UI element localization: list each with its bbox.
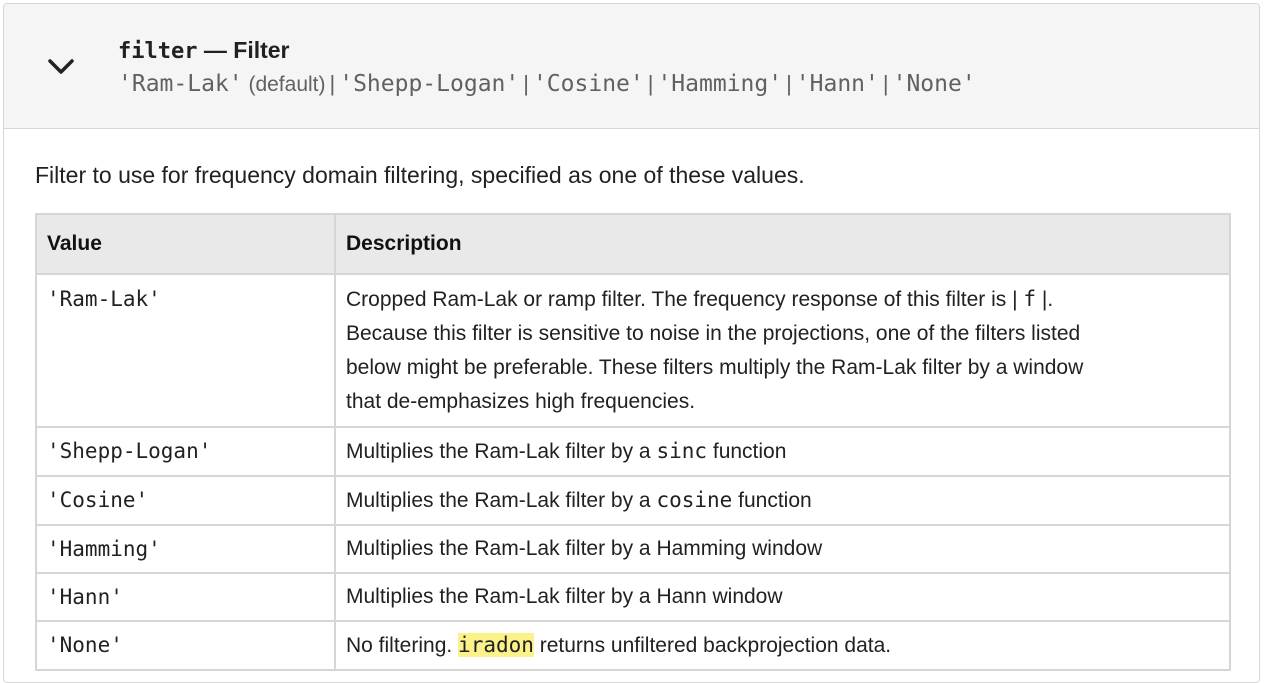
description-text: Multiplies the Ram-Lak filter by a Hann …	[346, 585, 783, 608]
description-text: Cropped Ram-Lak or ramp filter. The freq…	[346, 288, 1024, 311]
default-note: (default)	[242, 73, 326, 96]
description-cell: No filtering. iradon returns unfiltered …	[334, 620, 1231, 671]
table-row: 'Ram-Lak' Cropped Ram-Lak or ramp filter.…	[35, 273, 1231, 428]
value-separator: |	[786, 71, 792, 96]
description-text: returns unfiltered backprojection data.	[533, 634, 892, 657]
value-cell: 'Cosine'	[35, 475, 336, 526]
parameter-description: Filter to use for frequency domain filte…	[35, 162, 805, 188]
values-table: Value Description 'Ram-Lak' Cropped Ram-L…	[35, 213, 1231, 671]
title-dash: —	[203, 37, 227, 63]
description-cell: Multiplies the Ram-Lak filter by a sinc …	[334, 426, 1231, 477]
value-separator: |	[647, 71, 654, 96]
description-text: function	[707, 440, 787, 463]
description-cell: Cropped Ram-Lak or ramp filter. The freq…	[334, 273, 1231, 428]
description-text: that de-emphasizes high frequencies.	[346, 390, 696, 413]
table-body: 'Ram-Lak' Cropped Ram-Lak or ramp filter.…	[35, 273, 1231, 671]
allowed-values-line: 'Ram-Lak' (default) | 'Shepp-Logan' | 'Cosin…	[118, 71, 976, 97]
description-text: Because this filter is sensitive to nois…	[346, 322, 1081, 345]
table-row: 'Hann' Multiplies the Ram-Lak filter by a…	[35, 572, 1231, 622]
table-row: 'Shepp-Logan' Multiplies the Ram-Lak filt…	[35, 426, 1231, 477]
value-cell: 'Hann'	[35, 572, 336, 622]
description-text: |.	[1036, 288, 1054, 311]
allowed-value: 'None'	[892, 71, 976, 97]
parameter-header[interactable]: filter — Filter 'Ram-Lak' (default) | 'She…	[4, 4, 1259, 129]
table-row: 'Cosine' Multiplies the Ram-Lak filter by…	[35, 475, 1231, 526]
table-header-row: Value Description	[35, 213, 1231, 275]
inline-code: f	[1023, 287, 1037, 311]
description-cell: Multiplies the Ram-Lak filter by a cosin…	[334, 475, 1231, 526]
chevron-down-icon[interactable]	[46, 56, 76, 78]
table-row: 'None' No filtering. iradon returns unfil…	[35, 620, 1231, 671]
description-cell: Multiplies the Ram-Lak filter by a Hammi…	[334, 524, 1231, 574]
table-row: 'Hamming' Multiplies the Ram-Lak filter b…	[35, 524, 1231, 574]
inline-code: cosine	[656, 488, 733, 512]
description-text: Multiplies the Ram-Lak filter by a	[346, 440, 657, 463]
description-text: No filtering.	[346, 634, 459, 657]
value-cell: 'Hamming'	[35, 524, 336, 574]
parameter-title: Filter	[233, 37, 290, 63]
allowed-value: 'Hamming'	[657, 71, 783, 97]
allowed-value: 'Cosine'	[532, 71, 644, 97]
allowed-value: 'Hann'	[795, 71, 879, 97]
description-text: Multiplies the Ram-Lak filter by a Hammi…	[346, 537, 823, 560]
value-separator: |	[329, 71, 336, 96]
parameter-title-line: filter — Filter	[118, 37, 290, 64]
description-text: Multiplies the Ram-Lak filter by a	[346, 489, 657, 512]
column-header-description: Description	[334, 213, 1231, 275]
column-header-value: Value	[35, 213, 336, 275]
allowed-value: 'Ram-Lak'	[118, 71, 243, 97]
parameter-name: filter	[118, 39, 198, 64]
value-separator: |	[882, 71, 889, 96]
parameter-panel: filter — Filter 'Ram-Lak' (default) | 'She…	[3, 3, 1260, 683]
description-text: function	[732, 489, 812, 512]
value-cell: 'Ram-Lak'	[35, 273, 336, 428]
inline-code: sinc	[656, 439, 708, 463]
allowed-value: 'Shepp-Logan'	[339, 71, 520, 97]
description-cell: Multiplies the Ram-Lak filter by a Hann …	[334, 572, 1231, 622]
value-cell: 'None'	[35, 620, 336, 671]
value-cell: 'Shepp-Logan'	[35, 426, 336, 477]
value-separator: |	[523, 71, 529, 96]
highlighted-function-name: iradon	[458, 633, 534, 657]
description-text: below might be preferable. These filters…	[346, 356, 1084, 379]
